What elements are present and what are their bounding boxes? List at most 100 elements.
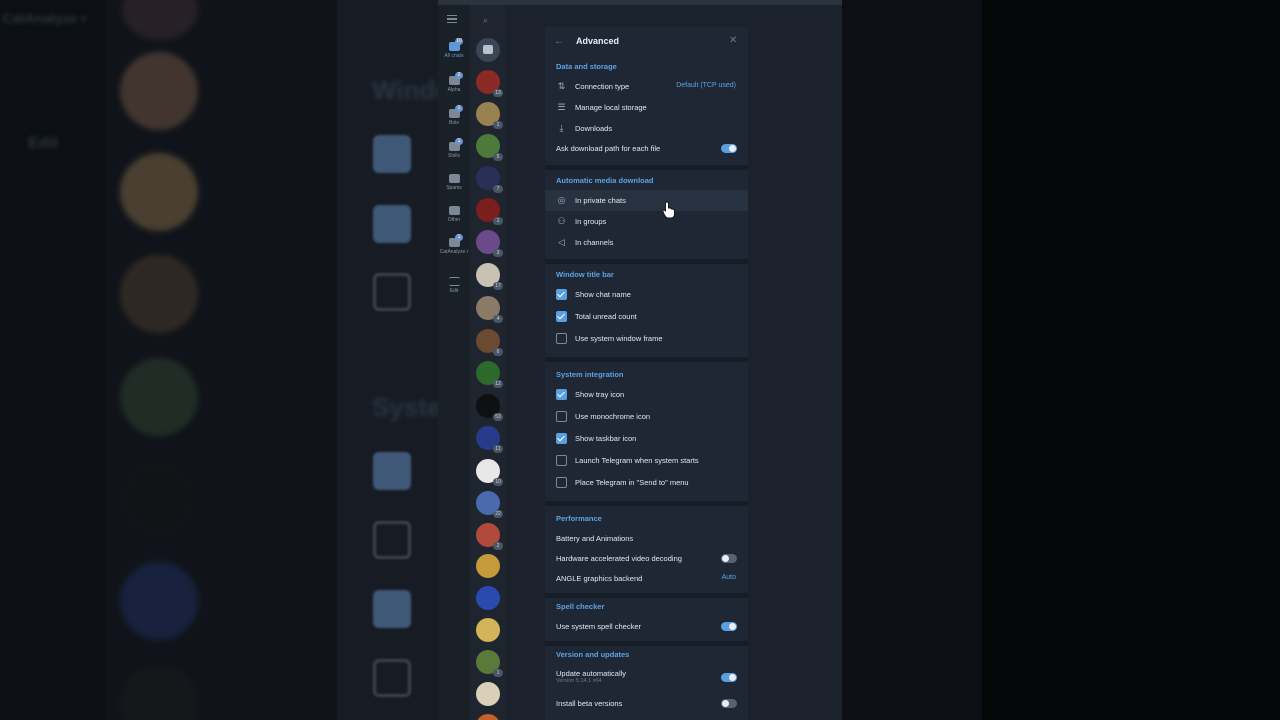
section-title-auto-media: Automatic media download: [556, 176, 654, 185]
close-icon[interactable]: ✕: [729, 35, 737, 46]
chat-avatar-archive[interactable]: [476, 38, 500, 62]
backdrop-folder-label: CatAnalyze r: [2, 10, 87, 26]
chat-avatar[interactable]: 5: [476, 134, 503, 161]
chat-avatar[interactable]: 1: [476, 650, 503, 677]
beta-versions-row[interactable]: Install beta versions: [545, 693, 748, 714]
chat-avatar[interactable]: [476, 618, 500, 642]
section-divider: [545, 641, 748, 646]
unread-badge: 1: [493, 217, 503, 225]
folder-label: All chats: [444, 53, 464, 59]
row-label: Show taskbar icon: [575, 434, 637, 443]
chat-avatar[interactable]: [476, 682, 500, 706]
chat-avatar[interactable]: 3: [476, 230, 503, 257]
menu-icon[interactable]: [447, 15, 457, 23]
hw-video-decoding-toggle[interactable]: [721, 554, 737, 563]
tray-icon-checkbox[interactable]: [556, 389, 567, 400]
hw-video-decoding-row[interactable]: Hardware accelerated video decoding: [545, 548, 748, 569]
battery-animations-row[interactable]: Battery and Animations: [545, 528, 748, 549]
row-label: Show tray icon: [575, 390, 625, 399]
show-chat-name-row[interactable]: Show chat name: [545, 284, 748, 305]
folder-shills[interactable]: 1 Shills: [438, 138, 470, 172]
taskbar-icon-checkbox[interactable]: [556, 433, 567, 444]
folder-other[interactable]: Other: [438, 202, 470, 236]
beta-versions-toggle[interactable]: [721, 699, 737, 708]
ask-download-path-toggle[interactable]: [721, 144, 737, 153]
chat-avatar[interactable]: 7: [476, 166, 503, 193]
search-icon[interactable]: ⌕: [483, 15, 488, 26]
update-automatically-row[interactable]: Update automatically Version 5.14.1 x64: [545, 663, 748, 689]
unread-badge: 11: [493, 445, 503, 453]
connection-type-row[interactable]: ⇅ Connection type Default (TCP used): [545, 76, 748, 97]
chat-avatar[interactable]: 17: [476, 263, 503, 290]
unread-badge: 53: [493, 413, 503, 421]
taskbar-icon-row[interactable]: Show taskbar icon: [545, 428, 748, 449]
angle-backend-row[interactable]: ANGLE graphics backend Auto: [545, 568, 748, 589]
send-to-menu-checkbox[interactable]: [556, 477, 567, 488]
tray-icon-row[interactable]: Show tray icon: [545, 384, 748, 405]
user-circle-icon: ◎: [557, 195, 566, 205]
folder-count: 1: [455, 138, 463, 145]
chat-avatar[interactable]: 11: [476, 426, 503, 453]
chat-avatar[interactable]: 1: [476, 102, 503, 129]
channels-row[interactable]: ◁ In channels: [545, 232, 748, 253]
folder-label: CatAnalyze r: [439, 249, 469, 255]
section-divider: [545, 165, 748, 170]
spell-checker-row[interactable]: Use system spell checker: [545, 616, 748, 637]
row-label: Connection type: [575, 82, 630, 91]
row-label: Manage local storage: [575, 103, 647, 112]
update-automatically-toggle[interactable]: [721, 673, 737, 682]
backdrop-checkbox: [373, 205, 411, 243]
section-title-data-storage: Data and storage: [556, 62, 617, 71]
folder-label: Spams: [446, 185, 462, 191]
chat-avatar[interactable]: 22: [476, 491, 503, 518]
row-label: Place Telegram in "Send to" menu: [575, 478, 689, 487]
total-unread-checkbox[interactable]: [556, 311, 567, 322]
spell-checker-toggle[interactable]: [721, 622, 737, 631]
folder-spams[interactable]: Spams: [438, 170, 470, 204]
show-chat-name-checkbox[interactable]: [556, 289, 567, 300]
chat-avatar[interactable]: [476, 586, 500, 610]
system-frame-row[interactable]: Use system window frame: [545, 328, 748, 349]
backdrop-checkbox: [373, 135, 411, 173]
chat-avatar[interactable]: 13: [476, 70, 503, 97]
section-title-spell-checker: Spell checker: [556, 602, 605, 611]
chat-avatar[interactable]: 1: [476, 198, 503, 225]
system-frame-checkbox[interactable]: [556, 333, 567, 344]
groups-row[interactable]: ⚇ In groups: [545, 211, 748, 232]
row-label: In channels: [575, 238, 614, 247]
private-chats-row[interactable]: ◎ In private chats: [545, 190, 748, 211]
folder-label: Edit: [449, 288, 459, 294]
backdrop-checkbox: [373, 273, 411, 311]
monochrome-icon-row[interactable]: Use monochrome icon: [545, 406, 748, 427]
row-label: In groups: [575, 217, 607, 226]
backdrop-right: [842, 0, 982, 720]
launch-on-startup-row[interactable]: Launch Telegram when system starts: [545, 450, 748, 471]
row-label: Use system spell checker: [556, 622, 642, 631]
chat-avatar[interactable]: 53: [476, 394, 503, 421]
chat-avatar[interactable]: 2: [476, 523, 503, 550]
folder-catanalyzer[interactable]: 1 CatAnalyze r: [438, 234, 470, 268]
megaphone-icon: ◁: [558, 237, 565, 247]
chat-avatar[interactable]: 4: [476, 296, 503, 323]
send-to-menu-row[interactable]: Place Telegram in "Send to" menu: [545, 472, 748, 493]
version-text: Version 5.14.1 x64: [556, 678, 602, 684]
monochrome-icon-checkbox[interactable]: [556, 411, 567, 422]
folder-edit[interactable]: Edit: [438, 273, 470, 307]
unread-badge: 3: [493, 249, 503, 257]
folder-bots[interactable]: 1 Bots: [438, 105, 470, 139]
section-title-window-title-bar: Window title bar: [556, 270, 614, 279]
launch-on-startup-checkbox[interactable]: [556, 455, 567, 466]
downloads-row[interactable]: ⤓ Downloads: [545, 118, 748, 139]
ask-download-path-row[interactable]: Ask download path for each file: [545, 138, 748, 159]
unread-badge: 2: [493, 542, 503, 550]
chat-avatar[interactable]: 12: [476, 361, 503, 388]
chat-avatar[interactable]: [476, 554, 500, 578]
folder-alpha[interactable]: 2 Alpha: [438, 72, 470, 106]
back-arrow-icon[interactable]: ←: [554, 36, 564, 47]
folder-all-chats[interactable]: 10 All chats: [438, 38, 470, 72]
chat-avatar[interactable]: 6: [476, 329, 503, 356]
chat-avatar[interactable]: 10: [476, 459, 503, 486]
manage-storage-row[interactable]: ☰ Manage local storage: [545, 97, 748, 118]
unread-badge: 17: [493, 282, 503, 290]
total-unread-row[interactable]: Total unread count: [545, 306, 748, 327]
